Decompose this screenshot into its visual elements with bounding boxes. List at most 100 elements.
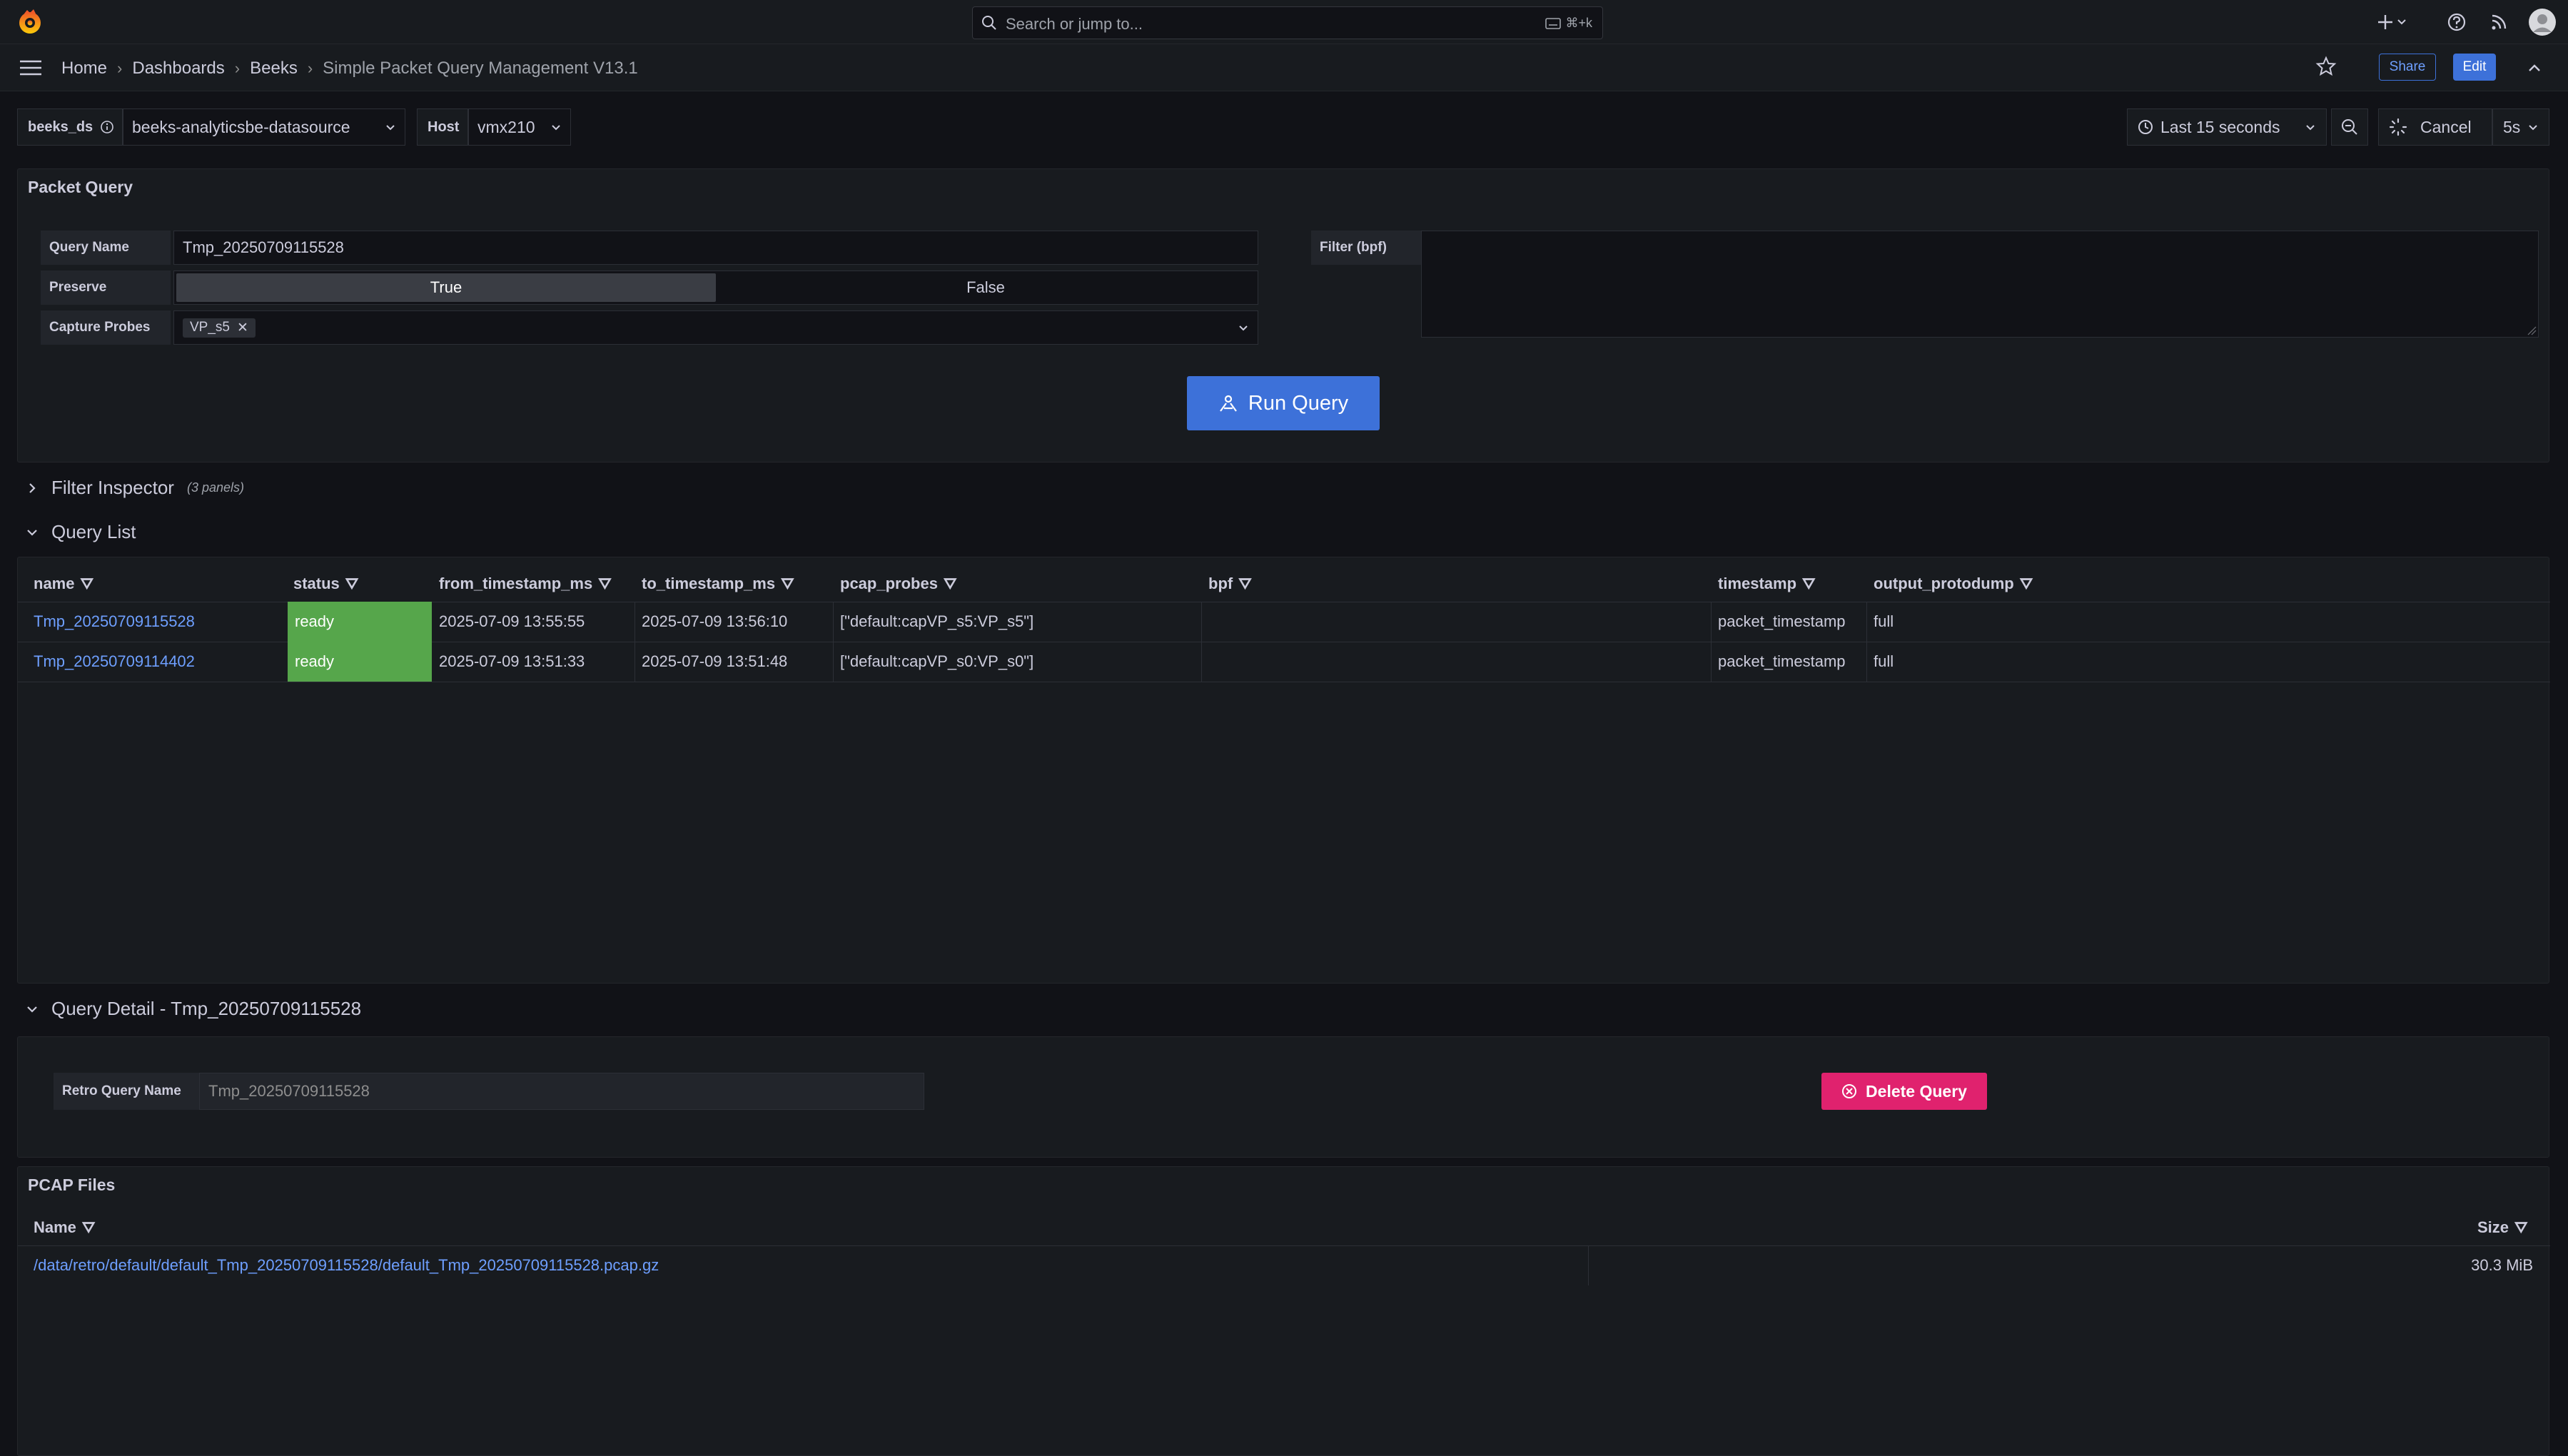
preserve-false-option[interactable]: False	[716, 273, 1255, 302]
datasource-select[interactable]: beeks-analyticsbe-datasource	[123, 108, 405, 146]
top-bar: Search or jump to... ⌘+k	[0, 0, 2568, 44]
table-cell-to: 2025-07-09 13:51:48	[642, 652, 788, 670]
star-icon[interactable]	[2315, 56, 2337, 77]
table-cell-output: full	[1874, 652, 1894, 670]
capture-probes-label: Capture Probes	[41, 310, 171, 345]
chevron-down-icon	[26, 1003, 39, 1016]
filter-icon: ⛛	[345, 575, 359, 592]
preserve-toggle: True False	[173, 271, 1258, 305]
chevron-down-icon	[2527, 121, 2539, 133]
retro-query-name-label: Retro Query Name	[54, 1073, 211, 1110]
retro-query-name-input[interactable]: Tmp_20250709115528	[199, 1073, 924, 1110]
query-list-row[interactable]: Query List	[26, 521, 136, 543]
filter-icon: ⛛	[598, 575, 612, 592]
edit-button[interactable]: Edit	[2453, 54, 2496, 81]
chevron-down-icon	[1238, 322, 1249, 333]
user-avatar[interactable]	[2529, 9, 2556, 36]
chevron-right-icon: ›	[307, 59, 313, 77]
preserve-true-option[interactable]: True	[176, 273, 716, 302]
run-query-button[interactable]: Run Query	[1187, 376, 1380, 430]
chevron-right-icon	[26, 482, 39, 495]
table-cell-probes: ["default:capVP_s5:VP_s5"]	[840, 612, 1034, 630]
table-cell-from: 2025-07-09 13:55:55	[439, 612, 585, 630]
table-cell-to: 2025-07-09 13:56:10	[642, 612, 788, 630]
share-button[interactable]: Share	[2379, 54, 2436, 81]
grafana-logo-icon[interactable]	[16, 8, 44, 36]
column-header-pcap-probes[interactable]: pcap_probes ⛛	[840, 566, 956, 602]
keyboard-icon	[1545, 17, 1562, 29]
clock-icon	[2138, 119, 2153, 135]
filter-icon: ⛛	[2019, 575, 2033, 592]
filter-bpf-textarea[interactable]	[1421, 231, 2539, 338]
zoom-out-icon	[2341, 118, 2358, 136]
query-detail-row[interactable]: Query Detail - Tmp_20250709115528	[26, 998, 361, 1020]
filter-icon: ⛛	[2514, 1218, 2528, 1236]
remove-chip-icon[interactable]: ✕	[237, 320, 248, 336]
query-name-label: Query Name	[41, 231, 171, 265]
filter-icon: ⛛	[80, 575, 93, 592]
cancel-refresh-button[interactable]: Cancel	[2378, 108, 2492, 146]
table-cell-probes: ["default:capVP_s0:VP_s0"]	[840, 652, 1034, 670]
column-header-status[interactable]: status ⛛	[293, 566, 358, 602]
nav-bar: Home › Dashboards › Beeks › Simple Packe…	[0, 44, 2568, 91]
add-new-icon[interactable]	[2377, 10, 2410, 34]
table-cell-timestamp: packet_timestamp	[1718, 612, 1846, 630]
refresh-interval-picker[interactable]: 5s	[2492, 108, 2549, 146]
table-cell-output: full	[1874, 612, 1894, 630]
panel-title: Packet Query	[28, 178, 133, 196]
column-header-name[interactable]: name ⛛	[34, 566, 93, 602]
search-bar[interactable]: Search or jump to... ⌘+k	[972, 6, 1603, 39]
pcap-file-link[interactable]: /data/retro/default/default_Tmp_20250709…	[34, 1245, 659, 1285]
column-header-bpf[interactable]: bpf ⛛	[1208, 566, 1252, 602]
filter-inspector-row[interactable]: Filter Inspector (3 panels)	[26, 477, 244, 499]
time-range-picker[interactable]: Last 15 seconds	[2127, 108, 2327, 146]
panel-title: PCAP Files	[28, 1176, 116, 1194]
datasource-variable-label: beeks_ds	[17, 108, 123, 146]
column-header-size[interactable]: Size ⛛	[2477, 1210, 2528, 1245]
host-select[interactable]: vmx210	[468, 108, 571, 146]
table-cell-timestamp: packet_timestamp	[1718, 652, 1846, 670]
search-shortcut: ⌘+k	[1545, 16, 1592, 31]
query-list-panel: name ⛛ status ⛛ from_timestamp_ms ⛛ to_time…	[17, 557, 2550, 984]
column-header-file-name[interactable]: Name ⛛	[34, 1210, 95, 1245]
preserve-label: Preserve	[41, 271, 171, 305]
collapse-chevron-up-icon[interactable]	[2527, 60, 2542, 76]
help-icon[interactable]	[2445, 10, 2468, 34]
pcap-files-panel: PCAP Files Name ⛛ Size ⛛ /data/retro/defau…	[17, 1166, 2550, 1456]
table-row-name-link[interactable]: Tmp_20250709114402	[34, 642, 195, 682]
chevron-down-icon	[2305, 121, 2316, 133]
filter-icon: ⛛	[943, 575, 957, 592]
zoom-out-button[interactable]	[2331, 108, 2368, 146]
delete-query-button[interactable]: Delete Query	[1821, 1073, 1987, 1110]
status-badge: ready	[288, 642, 432, 682]
column-header-output-protodump[interactable]: output_protodump ⛛	[1874, 566, 2033, 602]
delete-icon	[1841, 1083, 1857, 1099]
filter-icon: ⛛	[1802, 575, 1816, 592]
breadcrumb-dashboards[interactable]: Dashboards	[132, 59, 224, 79]
status-badge: ready	[288, 602, 432, 642]
chevron-right-icon: ›	[234, 59, 241, 77]
column-header-from-timestamp[interactable]: from_timestamp_ms ⛛	[439, 566, 612, 602]
query-detail-panel: Retro Query Name Tmp_20250709115528 Dele…	[17, 1036, 2549, 1158]
breadcrumb-beeks[interactable]: Beeks	[250, 59, 298, 79]
filter-icon: ⛛	[781, 575, 794, 592]
info-icon	[100, 120, 114, 134]
query-name-input[interactable]: Tmp_20250709115528	[173, 231, 1258, 265]
chevron-down-icon	[385, 121, 396, 133]
filter-icon: ⛛	[1238, 575, 1252, 592]
breadcrumb-home[interactable]: Home	[61, 59, 107, 79]
capture-probes-select[interactable]: VP_s5 ✕	[173, 310, 1258, 345]
column-header-timestamp[interactable]: timestamp ⛛	[1718, 566, 1816, 602]
run-query-icon	[1218, 393, 1238, 413]
news-feed-icon[interactable]	[2488, 10, 2511, 34]
probe-chip: VP_s5 ✕	[183, 318, 256, 338]
table-row-name-link[interactable]: Tmp_20250709115528	[34, 602, 195, 642]
hamburger-menu-icon[interactable]	[19, 59, 43, 77]
packet-query-panel: Packet Query Query Name Tmp_202507091155…	[17, 168, 2549, 462]
filter-bpf-label: Filter (bpf)	[1311, 231, 1432, 265]
table-cell-from: 2025-07-09 13:51:33	[439, 652, 585, 670]
chevron-right-icon: ›	[117, 59, 123, 77]
pcap-file-size: 30.3 MiB	[2471, 1256, 2533, 1274]
column-header-to-timestamp[interactable]: to_timestamp_ms ⛛	[642, 566, 794, 602]
filter-icon: ⛛	[81, 1218, 96, 1236]
